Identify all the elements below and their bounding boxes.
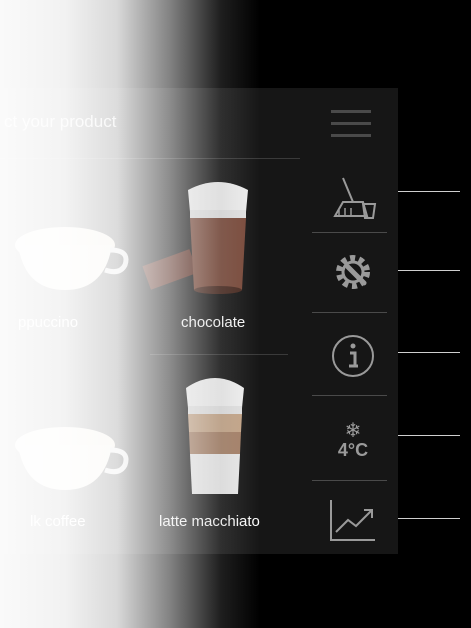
statistics-button[interactable] [308,490,398,550]
cup-image [15,427,129,490]
temperature-value: 4°C [337,440,369,460]
statistics-icon [330,500,375,541]
cleaning-icon [333,177,377,219]
info-button[interactable] [308,318,398,394]
grid-divider [150,354,288,355]
product-label: chocolate [181,314,246,331]
chocolate-glass-image [142,182,248,294]
callout-line [398,518,460,519]
menu-icon[interactable] [331,110,371,138]
sidebar-divider [312,312,387,313]
sidebar-divider [312,480,387,481]
cleaning-button[interactable] [308,165,398,230]
settings-icon [336,255,370,289]
temperature-button[interactable]: ❄ 4°C [308,400,398,480]
callout-line [398,435,460,436]
header-divider [0,158,300,159]
snowflake-icon: ❄ [344,420,362,442]
latte-glass-image [186,378,244,494]
info-icon [332,335,374,377]
sidebar-divider [312,232,387,233]
product-label: lk coffee [30,513,86,530]
product-label: latte macchiato [159,513,260,530]
product-label: ppuccino [18,314,79,331]
cup-image [15,227,129,290]
page-title: ct your product [4,112,117,131]
callout-line [398,352,460,353]
sidebar-divider [312,395,387,396]
callout-line [398,270,460,271]
callout-line [398,191,460,192]
settings-button[interactable] [308,236,398,308]
